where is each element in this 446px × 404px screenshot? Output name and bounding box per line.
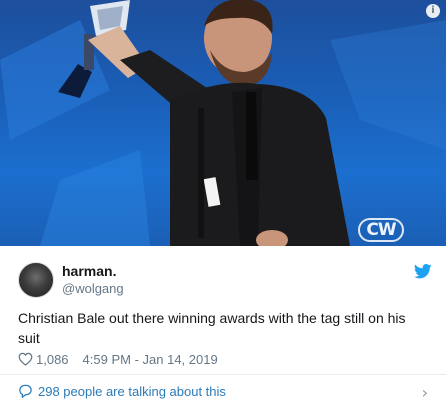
divider xyxy=(0,374,446,375)
info-icon[interactable]: i xyxy=(426,4,440,18)
embedded-tweet-card: i CW harman. @wolgang Christian Bale out… xyxy=(0,0,446,404)
tweet-text: Christian Bale out there winning awards … xyxy=(18,310,406,346)
tweet-photo[interactable]: i CW xyxy=(0,0,446,246)
chevron-right-icon[interactable]: › xyxy=(422,383,428,402)
talking-about-text[interactable]: 298 people are talking about this xyxy=(38,384,226,399)
speech-bubble-icon xyxy=(19,384,32,398)
author-handle[interactable]: @wolgang xyxy=(62,281,124,296)
tweet-author[interactable]: harman. @wolgang xyxy=(18,262,438,298)
avatar[interactable] xyxy=(18,262,54,298)
like-count[interactable]: 1,086 xyxy=(36,352,69,367)
twitter-bird-icon[interactable] xyxy=(414,264,432,279)
tweet-meta: 1,086 4:59 PM - Jan 14, 2019 xyxy=(18,350,218,368)
photo-scene xyxy=(0,0,446,246)
author-display-name[interactable]: harman. xyxy=(62,263,116,279)
conversation-link[interactable]: 298 people are talking about this › xyxy=(18,382,428,402)
cw-watermark-logo: CW xyxy=(358,218,404,242)
tweet-timestamp[interactable]: 4:59 PM - Jan 14, 2019 xyxy=(83,352,218,367)
heart-icon[interactable] xyxy=(18,352,33,366)
